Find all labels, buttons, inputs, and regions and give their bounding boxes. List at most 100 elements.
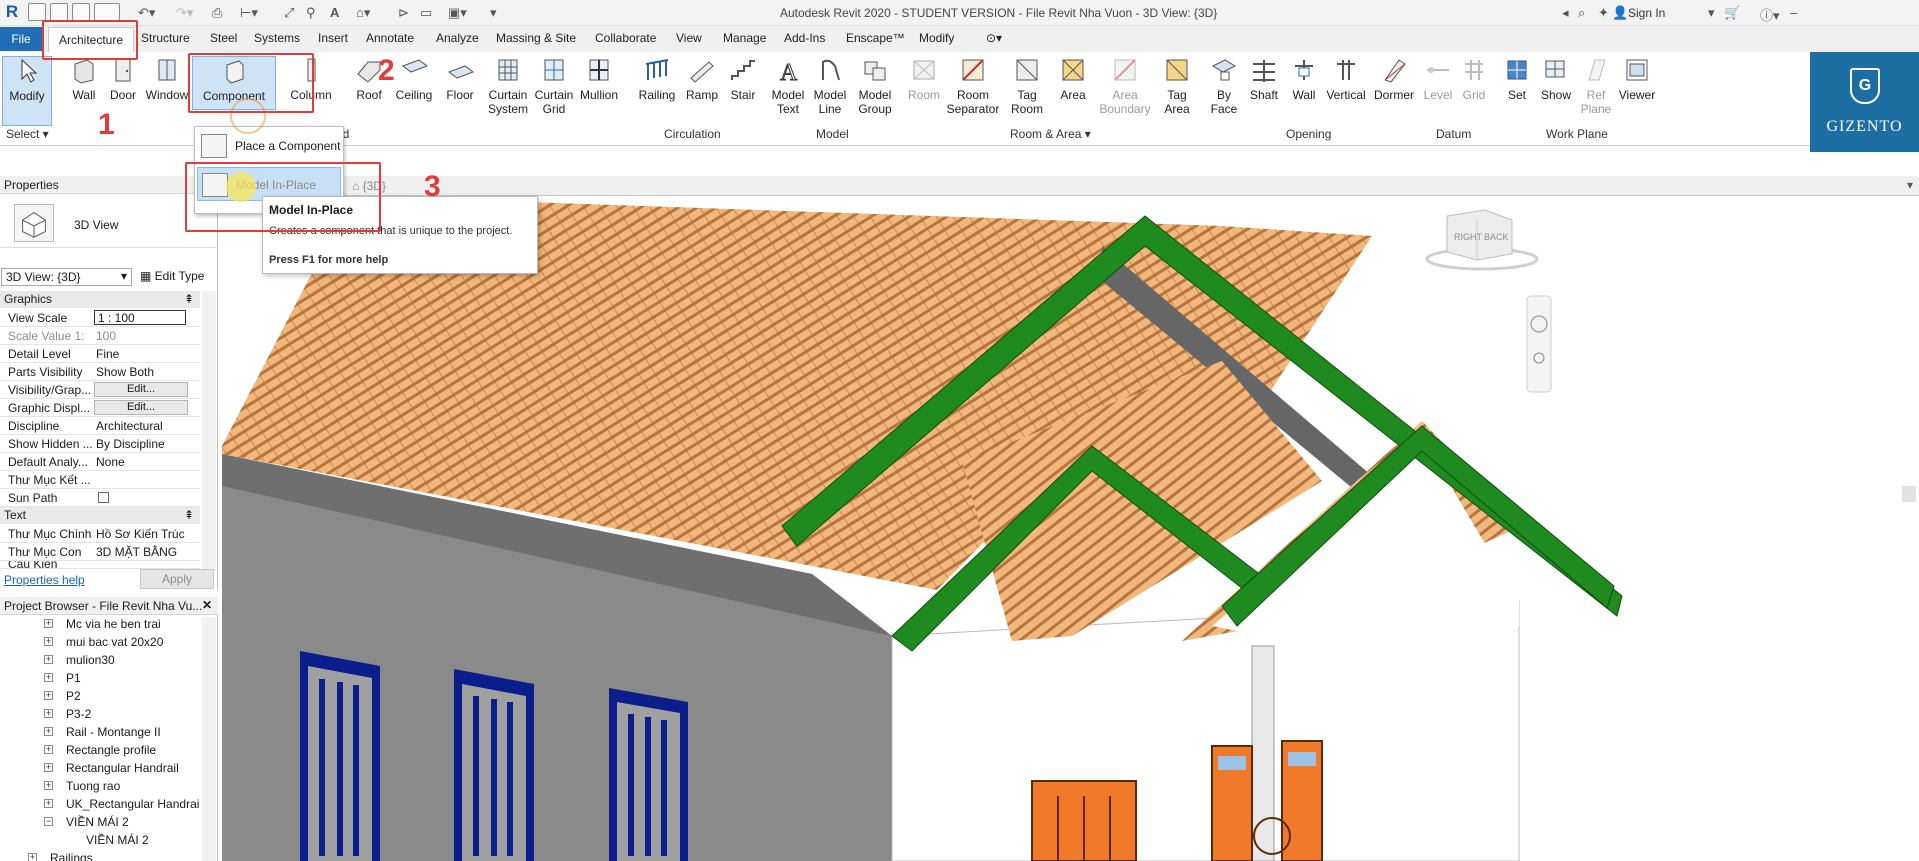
expand-icon[interactable]: + bbox=[44, 727, 53, 736]
save-icon[interactable] bbox=[50, 3, 68, 21]
wall-opening-button[interactable]: Wall bbox=[1286, 56, 1322, 102]
ceiling-button[interactable]: Ceiling bbox=[392, 56, 436, 102]
thin-lines-icon[interactable]: ▭ bbox=[420, 5, 432, 21]
expand-icon[interactable]: + bbox=[44, 799, 53, 808]
stair-button[interactable]: Stair bbox=[724, 56, 762, 102]
model-group-button[interactable]: Model Group bbox=[852, 56, 898, 116]
ramp-button[interactable]: Ramp bbox=[682, 56, 722, 102]
prop-row-sub-folder[interactable]: Thư Mục Con 3D MẶT BẰNG bbox=[0, 543, 200, 561]
expand-icon[interactable]: + bbox=[28, 853, 37, 861]
room-separator-button[interactable]: Room Separator bbox=[944, 56, 1002, 116]
prop-row-parts-visibility[interactable]: Parts Visibility Show Both bbox=[0, 363, 200, 381]
section-icon[interactable]: ⊳ bbox=[398, 5, 409, 21]
model-text-button[interactable]: A Model Text bbox=[766, 56, 810, 117]
tab-file[interactable]: File bbox=[0, 27, 42, 51]
room-area-panel-label[interactable]: Room & Area ▾ bbox=[1010, 127, 1091, 141]
expand-icon[interactable]: + bbox=[44, 619, 53, 628]
expand-icon[interactable]: + bbox=[44, 637, 53, 646]
set-button[interactable]: Set bbox=[1500, 56, 1534, 102]
prop-row-default-analysis[interactable]: Default Analy... None bbox=[0, 453, 200, 471]
area-button[interactable]: Area bbox=[1052, 56, 1094, 102]
place-component-menu-item[interactable]: Place a Component bbox=[197, 129, 341, 163]
tag-room-button[interactable]: Tag Room bbox=[1006, 56, 1048, 116]
visibility-edit-button[interactable]: Edit... bbox=[94, 382, 188, 397]
tab-modify[interactable]: Modify bbox=[919, 31, 954, 45]
collapse-tree-icon[interactable]: − bbox=[44, 817, 53, 826]
expand-icon[interactable]: + bbox=[44, 709, 53, 718]
tab-manage[interactable]: Manage bbox=[723, 31, 766, 45]
area-boundary-button[interactable]: Area Boundary bbox=[1098, 56, 1152, 116]
tab-annotate[interactable]: Annotate bbox=[366, 31, 414, 45]
prop-row-show-hidden[interactable]: Show Hidden ... By Discipline bbox=[0, 435, 200, 453]
select-panel-label[interactable]: Select ▾ bbox=[6, 127, 49, 141]
expand-icon[interactable]: + bbox=[44, 673, 53, 682]
room-button[interactable]: Room bbox=[906, 56, 942, 102]
grid-button[interactable]: Grid bbox=[1456, 56, 1492, 102]
tab-enscape[interactable]: Enscape™ bbox=[846, 31, 905, 45]
text-group-header[interactable]: Text ⇞ bbox=[0, 507, 200, 524]
3d-viewport[interactable]: RIGHT BACK bbox=[222, 196, 1919, 861]
properties-help-link[interactable]: Properties help bbox=[4, 573, 85, 587]
sync-icon[interactable] bbox=[72, 3, 90, 21]
tab-analyze[interactable]: Analyze bbox=[436, 31, 479, 45]
prop-row-component[interactable]: Cấu Kiện bbox=[0, 561, 200, 569]
sync-dropdown-icon[interactable] bbox=[94, 3, 120, 21]
floor-button[interactable]: Floor bbox=[440, 56, 480, 102]
show-button[interactable]: Show bbox=[1536, 56, 1576, 102]
undo-icon[interactable]: ↶▾ bbox=[138, 5, 155, 21]
expand-icon[interactable]: + bbox=[44, 781, 53, 790]
prop-row-detail-level[interactable]: Detail Level Fine bbox=[0, 345, 200, 363]
prop-row-view-scale[interactable]: View Scale 1 : 100 bbox=[0, 309, 200, 327]
properties-scrollbar[interactable] bbox=[202, 291, 216, 571]
aligned-dimension-icon[interactable]: ⤢ bbox=[284, 5, 294, 21]
sun-path-checkbox[interactable] bbox=[98, 492, 109, 503]
minimize-icon[interactable]: – bbox=[1790, 5, 1797, 20]
close-icon[interactable]: ✕ bbox=[202, 598, 212, 612]
customize-qat-icon[interactable]: ▾ bbox=[490, 5, 497, 21]
view-tab-menu-icon[interactable]: ▾ bbox=[1907, 178, 1913, 192]
tab-systems[interactable]: Systems bbox=[254, 31, 300, 45]
tab-massing-site[interactable]: Massing & Site bbox=[496, 31, 576, 45]
cart-icon[interactable]: 🛒 bbox=[1724, 5, 1740, 21]
apply-button[interactable]: Apply bbox=[140, 569, 214, 589]
tab-insert[interactable]: Insert bbox=[318, 31, 348, 45]
modify-button[interactable]: Modify bbox=[2, 56, 52, 126]
switch-windows-icon[interactable]: ▣▾ bbox=[448, 5, 467, 21]
tab-steel[interactable]: Steel bbox=[210, 31, 237, 45]
level-button[interactable]: Level bbox=[1420, 56, 1456, 102]
prop-row-discipline[interactable]: Discipline Architectural bbox=[0, 417, 200, 435]
expand-icon[interactable]: + bbox=[44, 763, 53, 772]
tab-structure[interactable]: Structure bbox=[141, 31, 190, 45]
graphics-group-header[interactable]: Graphics ⇞ bbox=[0, 291, 200, 308]
expand-icon[interactable]: + bbox=[44, 745, 53, 754]
railing-button[interactable]: Railing bbox=[636, 56, 678, 102]
sign-in-dropdown-icon[interactable]: ▾ bbox=[1708, 5, 1715, 21]
subscription-icon[interactable]: ✦ bbox=[1598, 5, 1609, 21]
viewer-button[interactable]: Viewer bbox=[1614, 56, 1660, 102]
text-icon[interactable]: A bbox=[330, 5, 339, 20]
tab-view[interactable]: View bbox=[676, 31, 702, 45]
curtain-system-button[interactable]: Curtain System bbox=[484, 56, 532, 116]
ref-plane-button[interactable]: Ref Plane bbox=[1578, 56, 1614, 116]
door-button[interactable]: Door bbox=[104, 56, 142, 102]
view-scale-field[interactable]: 1 : 100 bbox=[94, 310, 186, 325]
measure-icon[interactable]: ⊢▾ bbox=[240, 5, 258, 21]
expand-icon[interactable]: + bbox=[44, 691, 53, 700]
by-face-button[interactable]: By Face bbox=[1206, 56, 1242, 116]
user-icon[interactable]: 👤 bbox=[1612, 5, 1628, 21]
open-icon[interactable] bbox=[28, 3, 46, 21]
search-arrow-icon[interactable]: ◂ bbox=[1562, 5, 1569, 21]
window-button[interactable]: Window bbox=[144, 56, 190, 102]
sign-in-link[interactable]: Sign In bbox=[1628, 6, 1665, 20]
browser-scrollbar[interactable] bbox=[202, 617, 216, 861]
prop-row-main-folder[interactable]: Thư Mục Chính Hồ Sơ Kiến Trúc bbox=[0, 525, 200, 543]
viewport-scroll-marker[interactable] bbox=[1902, 486, 1916, 502]
instance-filter-select[interactable]: 3D View: {3D} ▾ bbox=[1, 268, 132, 286]
dormer-button[interactable]: Dormer bbox=[1370, 56, 1418, 102]
vertical-button[interactable]: Vertical bbox=[1322, 56, 1370, 102]
print-icon[interactable]: ⎙ bbox=[212, 5, 222, 21]
viewcube[interactable]: RIGHT BACK bbox=[1425, 209, 1539, 271]
edit-type-button[interactable]: ▦ Edit Type bbox=[140, 269, 204, 283]
tab-collaborate[interactable]: Collaborate bbox=[595, 31, 656, 45]
wall-button[interactable]: Wall bbox=[64, 56, 104, 102]
